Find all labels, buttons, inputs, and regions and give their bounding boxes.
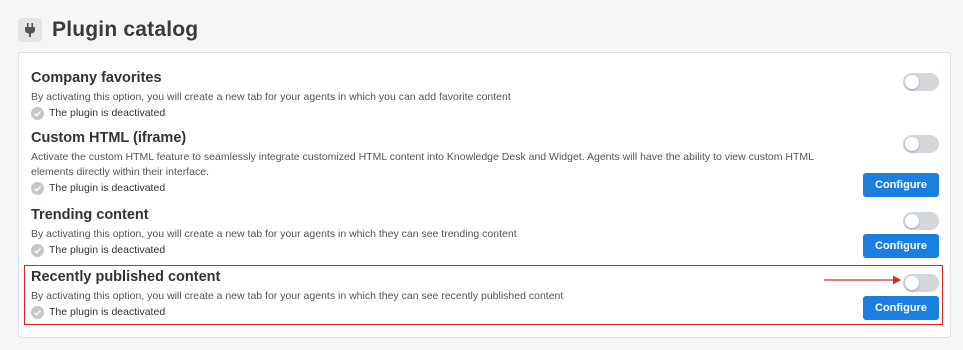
plugin-status-label: The plugin is deactivated	[49, 182, 166, 194]
plugin-status: The plugin is deactivated	[31, 181, 941, 195]
plugin-status: The plugin is deactivated	[31, 305, 941, 319]
plugin-name: Recently published content	[31, 269, 221, 285]
page-title: Plugin catalog	[52, 18, 199, 41]
configure-button[interactable]: Configure	[863, 296, 939, 320]
check-circle-icon	[31, 243, 44, 257]
plugin-item-trending-content: Trending content By activating this opti…	[31, 206, 941, 258]
plugin-toggle[interactable]	[903, 135, 939, 153]
plugin-toggle[interactable]	[903, 274, 939, 292]
plugin-status-label: The plugin is deactivated	[49, 107, 166, 119]
check-circle-icon	[31, 305, 44, 319]
plugin-name: Company favorites	[31, 70, 162, 86]
plugin-status-label: The plugin is deactivated	[49, 306, 166, 318]
toggle-knob	[905, 137, 919, 151]
plugin-description: By activating this option, you will crea…	[31, 91, 511, 103]
plugin-status-label: The plugin is deactivated	[49, 244, 166, 256]
plugin-status: The plugin is deactivated	[31, 106, 941, 120]
check-circle-icon	[31, 106, 44, 120]
plugin-name: Custom HTML (iframe)	[31, 130, 187, 146]
arrow-right-icon	[824, 275, 901, 285]
plugin-item-recently-published: Recently published content By activating…	[31, 268, 941, 320]
plugin-description: By activating this option, you will crea…	[31, 228, 517, 240]
check-circle-icon	[31, 181, 44, 195]
configure-button[interactable]: Configure	[863, 173, 939, 197]
plugin-item-company-favorites: Company favorites By activating this opt…	[31, 69, 941, 120]
toggle-knob	[905, 214, 919, 228]
page-header: Plugin catalog	[18, 18, 198, 42]
plugin-name: Trending content	[31, 207, 149, 223]
plugin-description: Activate the custom HTML feature to seam…	[31, 151, 814, 178]
toggle-knob	[905, 75, 919, 89]
plugin-item-custom-html: Custom HTML (iframe) Activate the custom…	[31, 129, 941, 197]
plugin-list-card: Company favorites By activating this opt…	[18, 52, 951, 338]
configure-button[interactable]: Configure	[863, 234, 939, 258]
plugin-toggle[interactable]	[903, 212, 939, 230]
plug-icon	[18, 18, 42, 42]
plugin-toggle[interactable]	[903, 73, 939, 91]
toggle-knob	[905, 276, 919, 290]
plugin-description: By activating this option, you will crea…	[31, 290, 564, 302]
plugin-status: The plugin is deactivated	[31, 243, 941, 257]
plugin-catalog-page: Plugin catalog Company favorites By acti…	[0, 0, 963, 350]
